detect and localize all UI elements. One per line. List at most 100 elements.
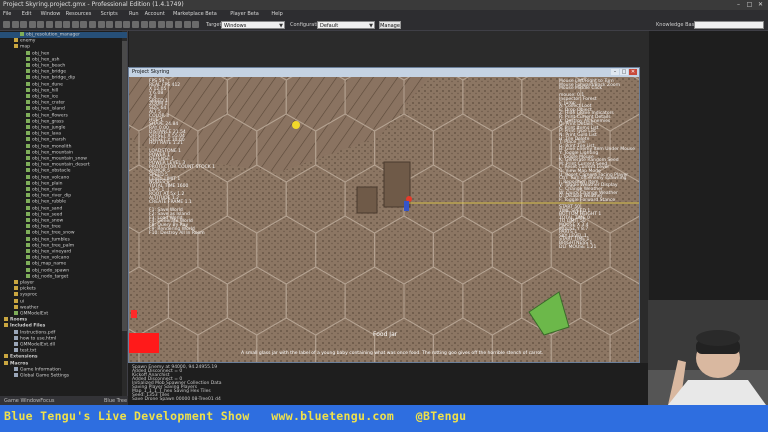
font-icon[interactable] <box>157 21 165 28</box>
tree-item[interactable]: sysproc <box>0 292 127 298</box>
tree-item[interactable]: obj_hex_beach <box>0 63 127 69</box>
minimize-button[interactable]: – <box>734 1 743 8</box>
manage-button[interactable]: Manage <box>379 21 401 29</box>
tree-item[interactable]: obj_hex_snow <box>0 218 127 224</box>
tree-item[interactable]: obj_hex_jungle <box>0 125 127 131</box>
tree-item[interactable]: obj_hex_island <box>0 106 127 112</box>
undo-icon[interactable] <box>54 21 62 28</box>
redo-icon[interactable] <box>63 21 71 28</box>
tree-item[interactable]: obj_hex_seed <box>0 211 127 218</box>
object-icon[interactable] <box>175 21 182 28</box>
tree-item[interactable]: obj_hex_mountain <box>0 149 127 156</box>
script-icon[interactable] <box>140 21 148 28</box>
clean-icon[interactable] <box>97 21 105 28</box>
tree-item[interactable]: obj_hex_ash <box>0 56 127 63</box>
save-icon[interactable] <box>20 21 28 28</box>
tree-item[interactable]: Instructions.pdf <box>0 329 127 336</box>
tree-item[interactable]: Game Information <box>0 366 127 373</box>
target-select[interactable]: Windows ▼ <box>221 21 285 29</box>
game-close-button[interactable]: ✕ <box>629 69 637 75</box>
menu-item-scripts[interactable]: Scripts <box>101 11 118 17</box>
paste-icon[interactable] <box>46 21 53 28</box>
tree-item[interactable]: test.txt <box>0 348 127 354</box>
menu-item-edit[interactable]: Edit <box>22 11 32 17</box>
tree-item[interactable]: obj_hex_plain <box>0 180 127 187</box>
tree-item[interactable]: map <box>0 44 127 50</box>
tree-item[interactable]: obj_hex_river <box>0 187 127 193</box>
website-link[interactable]: www.bluetengu.com <box>271 409 394 423</box>
tree-item[interactable]: obj_hex_lava <box>0 131 127 137</box>
tree-item[interactable]: Extensions <box>0 354 126 360</box>
close-button[interactable]: ✕ <box>756 1 765 8</box>
tree-item[interactable]: obj_hex_tree <box>0 224 127 230</box>
stop-icon[interactable] <box>89 21 96 28</box>
background-icon[interactable] <box>123 21 131 28</box>
tree-item[interactable]: GMModelExt.dll <box>0 342 127 348</box>
tree-item[interactable]: obj_hex_river_dip <box>0 193 127 199</box>
shader-icon[interactable] <box>149 21 157 28</box>
settings-icon[interactable] <box>192 21 200 28</box>
tree-item[interactable]: obj_hex_mountain_desert <box>0 162 127 168</box>
game-maximize-button[interactable]: □ <box>620 69 628 75</box>
tree-item[interactable]: obj_hex_rubble <box>0 199 127 205</box>
game-viewport[interactable]: FPS 59 REAL FPS 412 X 12.05 Y 6.08 Z 0 SPEED … <box>129 77 639 362</box>
tree-item[interactable]: obj_hex_ice <box>0 94 127 100</box>
tree-item[interactable]: obj_hex_bridge_dip <box>0 75 127 81</box>
tree-item[interactable]: obj_hex_volcano <box>0 174 127 181</box>
tree-item[interactable]: Included Files <box>0 323 126 329</box>
path-icon[interactable] <box>132 21 139 28</box>
tree-item[interactable]: Macros <box>0 360 126 367</box>
tree-item[interactable]: Rooms <box>0 317 126 323</box>
tree-item[interactable]: obj_hex_dune <box>0 81 127 88</box>
tree-item[interactable]: ui <box>0 298 127 305</box>
tree-item[interactable]: player <box>0 280 127 286</box>
tree-item[interactable]: weather <box>0 304 127 311</box>
tree-item[interactable]: obj_nodo_target <box>0 273 127 280</box>
room-icon[interactable] <box>183 21 191 28</box>
copy-icon[interactable] <box>37 21 45 28</box>
tree-item[interactable]: Global Game Settings <box>0 373 127 379</box>
menu-item-file[interactable]: File <box>3 11 11 17</box>
tree-item[interactable]: GMModelExt <box>0 311 127 317</box>
tree-item[interactable]: obj_hex_hill <box>0 87 127 94</box>
new-icon[interactable] <box>3 21 10 28</box>
tree-item[interactable]: obj_hex_mountain_snow <box>0 156 127 162</box>
tree-item[interactable]: obj_hex_tree_palm <box>0 242 127 249</box>
timeline-icon[interactable] <box>166 21 174 28</box>
tree-item[interactable]: obj_hex_crater <box>0 100 127 106</box>
tree-item[interactable]: obj_hex_bridge <box>0 69 127 75</box>
tree-item[interactable]: obj_resolution_manager <box>0 32 127 38</box>
menu-item-account[interactable]: Account <box>145 11 165 17</box>
tree-item[interactable]: obj_hex_obstacle <box>0 168 127 174</box>
cut-icon[interactable] <box>28 21 36 28</box>
tree-item[interactable]: obj_hex_tree_snow <box>0 230 127 236</box>
tree-item[interactable]: pickets <box>0 286 127 292</box>
sound-icon[interactable] <box>114 21 122 28</box>
tree-item[interactable]: obj_map_name <box>0 261 127 267</box>
knowledge-base-search[interactable]: Knowledge Base <box>652 19 768 31</box>
tree-item[interactable]: obj_hex_vineyard <box>0 249 127 255</box>
menu-item-player-beta[interactable]: Player Beta <box>230 11 259 17</box>
menu-item-help[interactable]: Help <box>271 11 282 17</box>
menu-item-run[interactable]: Run <box>129 11 139 17</box>
knowledge-base-input[interactable] <box>694 21 764 29</box>
game-minimize-button[interactable]: – <box>611 69 619 75</box>
menu-item-window[interactable]: Window <box>41 11 61 17</box>
debug-icon[interactable] <box>80 21 88 28</box>
tree-item[interactable]: enemy <box>0 38 127 44</box>
tree-item[interactable]: obj_hex_marsh <box>0 137 127 143</box>
sprite-icon[interactable] <box>106 21 114 28</box>
game-window[interactable]: Project Skyring – □ ✕ FPS 59 REAL FPS 41… <box>128 67 640 363</box>
run-icon[interactable] <box>71 21 79 28</box>
menu-item-marketplace-beta[interactable]: Marketplace Beta <box>173 11 217 17</box>
tree-item[interactable]: obj_hex_grass <box>0 118 127 125</box>
configuration-select[interactable]: Default ▼ <box>317 21 375 29</box>
game-window-title-bar[interactable]: Project Skyring – □ ✕ <box>129 68 639 77</box>
tree-item[interactable]: obj_hex_tumbles <box>0 236 127 243</box>
tree-item[interactable]: obj_hex_flowers <box>0 112 127 119</box>
tree-item[interactable]: obj_hex_sand <box>0 205 127 212</box>
menu-item-resources[interactable]: Resources <box>66 11 92 17</box>
tree-item[interactable]: obj_hex <box>0 50 127 57</box>
maximize-button[interactable]: □ <box>745 1 754 8</box>
open-icon[interactable] <box>11 21 19 28</box>
